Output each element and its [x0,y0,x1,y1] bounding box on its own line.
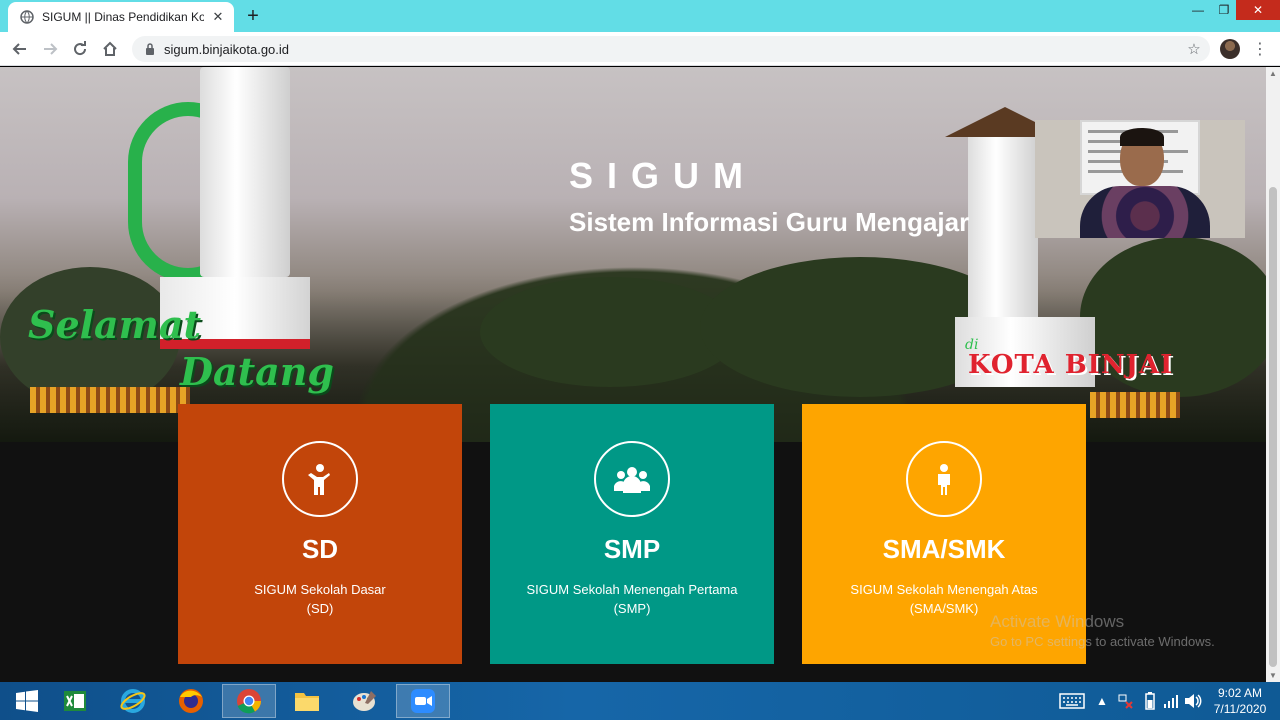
site-tagline: Sistem Informasi Guru Mengajar [569,207,970,237]
scrollbar-thumb[interactable] [1269,187,1277,667]
home-button[interactable] [99,38,121,60]
activation-watermark-text: Go to PC settings to activate Windows. [990,634,1215,649]
firefox-icon[interactable] [164,684,218,718]
card-desc-line1: SIGUM Sekolah Menengah Pertama [526,582,738,597]
file-explorer-icon[interactable] [280,684,334,718]
card-desc-line1: SIGUM Sekolah Menengah Atas [850,582,1038,597]
volume-icon[interactable] [1182,682,1204,720]
excel-icon[interactable] [48,684,102,718]
presenter-body [1080,186,1210,238]
card-description: SIGUM Sekolah Dasar (SD) [198,580,442,618]
card-desc-line1: SIGUM Sekolah Dasar [254,582,386,597]
card-title: SD [301,534,339,564]
bookmark-star-icon[interactable]: ☆ [1184,38,1204,60]
address-bar[interactable]: sigum.binjaikota.go.id [132,36,1210,62]
person-icon [906,441,982,517]
taskbar-clock[interactable]: 9:02 AM 7/11/2020 [1208,685,1272,717]
tab-title: SIGUM || Dinas Pendidikan Kota B [42,10,204,24]
webcam-overlay [1035,120,1245,238]
windows-taskbar: ▲ 9:02 AM 7/11/2020 [0,682,1280,720]
globe-icon [20,10,34,24]
minimize-button[interactable]: — [1186,0,1210,20]
forward-arrow-icon [44,43,58,55]
card-desc-line2: (SD) [306,601,334,616]
clock-time: 9:02 AM [1217,686,1263,700]
clock-date: 7/11/2020 [1213,702,1267,716]
tray-expand-icon[interactable]: ▲ [1094,682,1110,720]
card-sd[interactable]: SD SIGUM Sekolah Dasar (SD) [178,404,462,664]
tab-close-icon[interactable]: ✕ [210,9,226,25]
gate-pillar-left [200,67,290,277]
site-brand: SIGUM [569,155,758,196]
scroll-up-icon[interactable]: ▲ [1269,69,1277,78]
maximize-button[interactable]: ❐ [1212,0,1236,20]
fence-right [1090,392,1180,418]
browser-toolbar: sigum.binjaikota.go.id ☆ ⋮ [0,32,1280,66]
card-description: SIGUM Sekolah Menengah Pertama (SMP) [510,580,754,618]
fence-left [30,387,190,413]
scroll-down-icon[interactable]: ▼ [1269,671,1277,680]
zoom-icon[interactable] [396,684,450,718]
welcome-text-2: Datang [180,349,334,394]
card-title: SMA/SMK [882,534,1006,564]
presenter-hair [1120,128,1164,146]
windows-start-icon[interactable] [0,684,54,718]
back-button[interactable] [9,38,31,60]
paint-icon[interactable] [338,684,392,718]
url-text: sigum.binjaikota.go.id [164,41,290,57]
city-sign: KOTA BINJAI [968,350,1174,380]
group-icon [594,441,670,517]
lock-icon [144,43,156,55]
reload-icon [74,41,87,56]
internet-explorer-icon[interactable] [106,684,160,718]
new-tab-button[interactable]: + [242,6,264,26]
close-window-button[interactable]: ✕ [1236,0,1280,20]
back-arrow-icon [12,43,26,55]
browser-menu-icon[interactable]: ⋮ [1252,38,1268,60]
browser-tab[interactable]: SIGUM || Dinas Pendidikan Kota B ✕ [8,2,234,32]
activation-watermark-title: Activate Windows [990,612,1125,631]
browser-tab-strip: SIGUM || Dinas Pendidikan Kota B ✕ + — ❐… [0,0,1280,32]
child-icon [282,441,358,517]
home-icon [103,41,117,56]
reload-button[interactable] [69,38,91,60]
keyboard-icon[interactable] [1056,682,1088,720]
gate-pillar-right [968,137,1038,317]
forward-button[interactable] [39,38,61,60]
profile-avatar[interactable] [1220,39,1240,59]
card-desc-line2: (SMP) [613,601,651,616]
card-smp[interactable]: SMP SIGUM Sekolah Menengah Pertama (SMP) [490,404,774,664]
card-title: SMP [603,534,661,564]
welcome-text-1: Selamat [28,302,202,347]
page-scrollbar[interactable]: ▲ ▼ [1266,67,1280,682]
battery-icon[interactable] [1140,682,1160,720]
action-center-icon[interactable] [1114,682,1136,720]
chrome-icon[interactable] [222,684,276,718]
signal-icon[interactable] [1160,682,1182,720]
